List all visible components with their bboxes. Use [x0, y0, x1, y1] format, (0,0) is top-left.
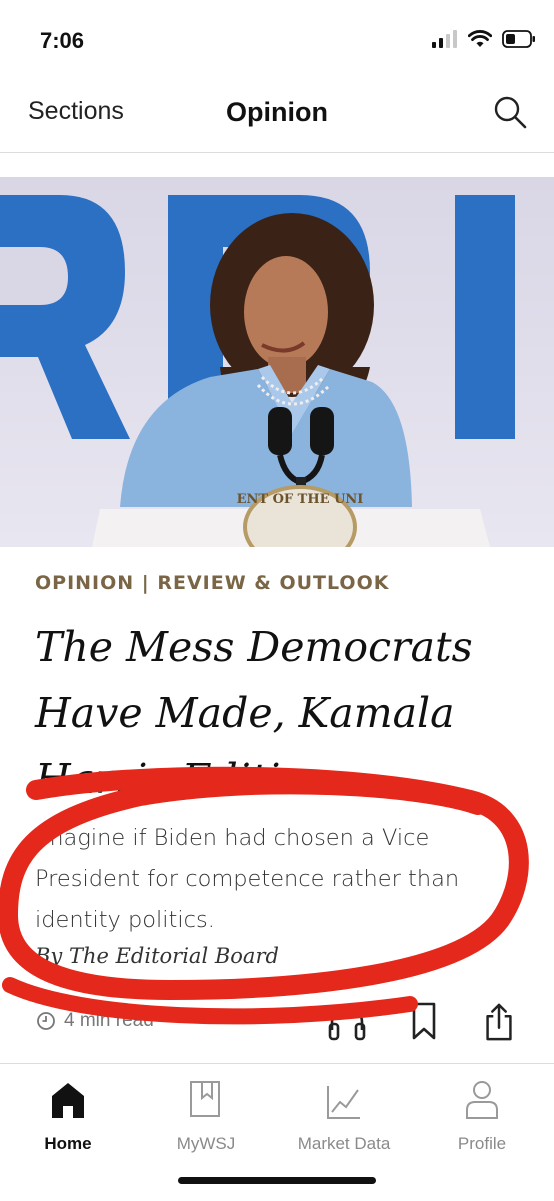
- share-icon[interactable]: [482, 1002, 516, 1042]
- headphones-icon[interactable]: [326, 1002, 368, 1042]
- tab-mywsj-label: MyWSJ: [176, 1134, 236, 1153]
- tab-home-label: Home: [44, 1134, 92, 1153]
- tab-home[interactable]: Home: [8, 1076, 128, 1154]
- status-time: 7:06: [40, 28, 85, 53]
- status-bar: 7:06: [0, 0, 554, 80]
- hero-photo: ENT OF THE UNI: [0, 177, 554, 547]
- battery-icon: [502, 30, 535, 48]
- mywsj-icon: [190, 1081, 220, 1117]
- tab-market-data-label: Market Data: [297, 1134, 391, 1153]
- article-headline[interactable]: The Mess Democrats Have Made, Kamala Har…: [35, 614, 525, 812]
- home-indicator: [178, 1177, 376, 1184]
- top-nav-bar: Sections Opinion: [0, 80, 554, 153]
- status-icons: [432, 30, 536, 48]
- bookmark-icon[interactable]: [410, 1002, 438, 1042]
- search-icon[interactable]: [492, 94, 528, 130]
- cellular-signal-icon: [432, 30, 457, 48]
- clock-icon: [37, 1012, 55, 1030]
- home-icon: [52, 1083, 84, 1118]
- sections-button[interactable]: Sections: [28, 97, 124, 126]
- tab-profile-label: Profile: [457, 1134, 507, 1153]
- tab-mywsj[interactable]: MyWSJ: [146, 1076, 266, 1154]
- article-byline: By The Editorial Board: [35, 944, 279, 968]
- profile-icon: [466, 1081, 498, 1119]
- wifi-icon: [468, 30, 492, 47]
- read-time: 4 min read: [36, 1010, 154, 1032]
- chart-icon: [327, 1086, 360, 1119]
- tab-profile[interactable]: Profile: [422, 1076, 542, 1154]
- article-summary[interactable]: Imagine if Biden had chosen a Vice Presi…: [35, 818, 505, 941]
- hero-image[interactable]: ENT OF THE UNI: [0, 177, 554, 547]
- podium-seal-text: ENT OF THE UNI: [237, 492, 364, 507]
- article-kicker[interactable]: OPINION | REVIEW & OUTLOOK: [35, 572, 389, 594]
- tab-market-data[interactable]: Market Data: [284, 1076, 404, 1154]
- read-time-label: 4 min read: [64, 1010, 154, 1031]
